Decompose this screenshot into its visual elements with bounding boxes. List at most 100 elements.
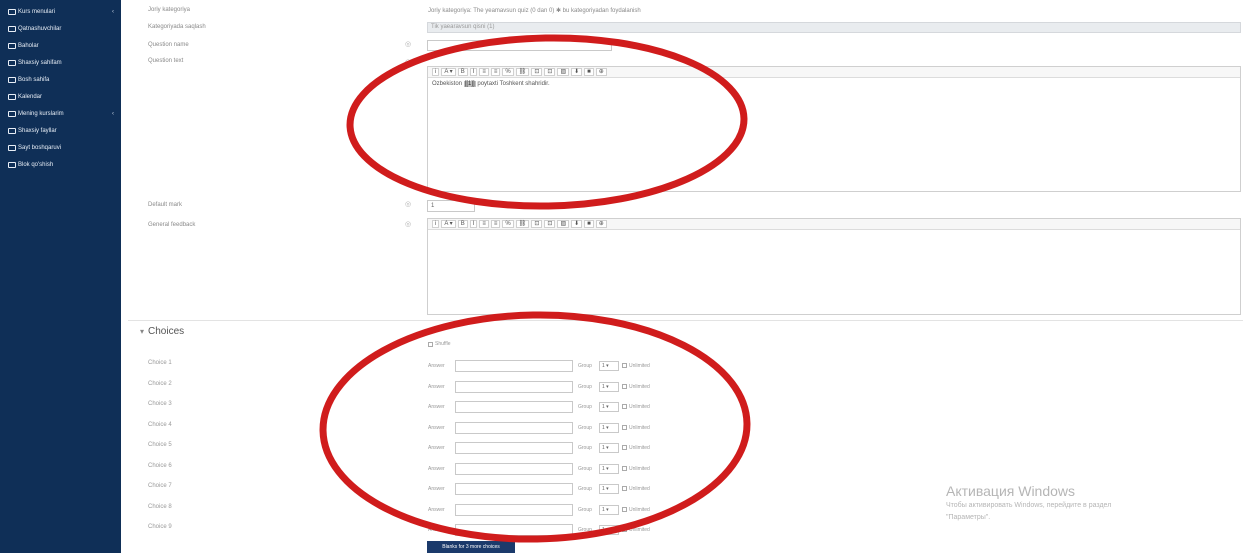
answer-input[interactable]	[455, 442, 573, 454]
chevron-left-icon: ‹	[112, 8, 114, 15]
sidebar-item-grades[interactable]: Baholar	[8, 40, 39, 51]
answer-input[interactable]	[455, 483, 573, 495]
section-divider	[128, 320, 1243, 321]
toolbar-button[interactable]: A ▾	[441, 68, 456, 76]
group-select[interactable]: 1 ▾	[599, 505, 619, 515]
bold-button[interactable]: B	[457, 68, 468, 76]
sidebar-item-site-admin[interactable]: Sayt boshqaruvi	[8, 142, 61, 153]
chevron-down-icon: ▾	[604, 363, 609, 369]
folder-icon	[8, 8, 16, 15]
blanks-more-choices-button[interactable]: Blanks for 3 more choices	[427, 541, 515, 553]
toolbar-button[interactable]: i	[432, 68, 440, 76]
sidebar-item-dashboard[interactable]: Shaxsiy sahifam	[8, 57, 62, 68]
default-mark-input[interactable]: 1	[427, 200, 475, 212]
question-text-editor[interactable]: i A ▾ B I ≡ ≡ % ⛓ ⊡ ⊡ ▨ ⬇ ■ ⊕ Ozbekiston…	[427, 66, 1241, 192]
question-name-input[interactable]	[427, 40, 612, 51]
toolbar-button[interactable]: i	[432, 220, 440, 228]
upload-button[interactable]: ⬇	[571, 220, 583, 228]
shuffle-checkbox[interactable]	[428, 342, 433, 347]
media-button[interactable]: ⊡	[544, 68, 556, 76]
image-button[interactable]: ⊡	[531, 220, 543, 228]
sidebar-item-participants[interactable]: Qatnashuvchilar	[8, 23, 61, 34]
italic-button[interactable]: I	[469, 220, 478, 228]
unlimited-checkbox[interactable]	[622, 363, 627, 368]
unlimited-label: Unlimited	[629, 507, 650, 513]
group-select[interactable]: 1 ▾	[599, 361, 619, 371]
question-text-content[interactable]: Ozbekiston [[1]] poytaxti Toshkent shahr…	[428, 78, 1240, 90]
required-icon: ◎	[405, 201, 412, 208]
answer-input[interactable]	[455, 381, 573, 393]
answer-input[interactable]	[455, 504, 573, 516]
chevron-left-icon: ‹	[112, 110, 114, 117]
group-select[interactable]: 1 ▾	[599, 402, 619, 412]
choices-section-header[interactable]: ▾ Choices	[140, 326, 184, 337]
answer-input[interactable]	[455, 360, 573, 372]
unlimited-checkbox[interactable]	[622, 404, 627, 409]
unlimited-label: Unlimited	[629, 486, 650, 492]
group-select[interactable]: 1 ▾	[599, 382, 619, 392]
unlimited-checkbox[interactable]	[622, 527, 627, 532]
answer-label: Answer	[428, 425, 445, 431]
unlimited-checkbox[interactable]	[622, 384, 627, 389]
bullet-list-button[interactable]: ≡	[479, 220, 489, 228]
toolbar-button[interactable]: A ▾	[441, 220, 456, 228]
help-icon: ◎	[405, 221, 412, 228]
sidebar-item-my-courses[interactable]: Mening kurslarim ‹	[8, 108, 114, 119]
windows-activation-text: Чтобы активировать Windows, перейдите в …	[946, 502, 1112, 509]
upload-button[interactable]: ⬇	[571, 68, 583, 76]
answer-label: Answer	[428, 527, 445, 533]
numbered-list-button[interactable]: ≡	[490, 68, 501, 76]
bold-button[interactable]: B	[457, 220, 468, 228]
files-icon	[8, 127, 16, 134]
answer-input[interactable]	[455, 524, 573, 536]
sidebar-item-home[interactable]: Bosh sahifa	[8, 74, 49, 85]
unlimited-checkbox[interactable]	[622, 445, 627, 450]
video-button[interactable]: ■	[584, 68, 594, 76]
group-select[interactable]: 1 ▾	[599, 443, 619, 453]
unlimited-checkbox[interactable]	[622, 486, 627, 491]
bullet-list-button[interactable]: ≡	[479, 68, 489, 76]
numbered-list-button[interactable]: ≡	[490, 220, 501, 228]
video-button[interactable]: ■	[584, 220, 594, 228]
category-label: Joriy kategoriya	[148, 7, 191, 13]
italic-button[interactable]: I	[469, 68, 478, 76]
more-button[interactable]: ⊕	[595, 68, 607, 76]
group-select[interactable]: 1 ▾	[599, 423, 619, 433]
answer-input[interactable]	[455, 463, 573, 475]
general-feedback-label: General feedback	[148, 222, 196, 228]
chevron-down-icon: ▾	[604, 527, 609, 533]
group-select[interactable]: 1 ▾	[599, 525, 619, 535]
unlimited-checkbox[interactable]	[622, 425, 627, 430]
media-button[interactable]: ⊡	[544, 220, 556, 228]
default-mark-label: Default mark	[148, 202, 183, 208]
save-in-category-select[interactable]: Tik yaearavsun qisni (1)	[427, 22, 1241, 33]
sidebar-item-calendar[interactable]: Kalendar	[8, 91, 42, 102]
link-button[interactable]: %	[502, 68, 514, 76]
file-button[interactable]: ▨	[557, 220, 570, 228]
sidebar-item-private-files[interactable]: Shaxsiy fayllar	[8, 125, 57, 136]
sidebar-item-course-menus[interactable]: Kurs menulari ‹	[8, 6, 114, 17]
unlimited-checkbox[interactable]	[622, 507, 627, 512]
more-button[interactable]: ⊕	[595, 220, 607, 228]
answer-input[interactable]	[455, 401, 573, 413]
answer-label: Answer	[428, 384, 445, 390]
answer-input[interactable]	[455, 422, 573, 434]
answer-label: Answer	[428, 404, 445, 410]
unlink-button[interactable]: ⛓	[515, 68, 530, 76]
group-label: Group	[578, 527, 592, 533]
group-select[interactable]: 1 ▾	[599, 484, 619, 494]
file-button[interactable]: ▨	[557, 68, 570, 76]
group-label: Group	[578, 466, 592, 472]
group-select[interactable]: 1 ▾	[599, 464, 619, 474]
unlimited-checkbox[interactable]	[622, 466, 627, 471]
link-button[interactable]: %	[502, 220, 514, 228]
choice-label: Choice 2	[148, 381, 172, 387]
image-button[interactable]: ⊡	[531, 68, 543, 76]
general-feedback-editor[interactable]: i A ▾ B I ≡ ≡ % ⛓ ⊡ ⊡ ▨ ⬇ ■ ⊕	[427, 218, 1241, 315]
group-label: Group	[578, 384, 592, 390]
sidebar-item-add-block[interactable]: Blok qo'shish	[8, 159, 53, 170]
editor-toolbar: i A ▾ B I ≡ ≡ % ⛓ ⊡ ⊡ ▨ ⬇ ■ ⊕	[428, 67, 1240, 78]
unlink-button[interactable]: ⛓	[515, 220, 530, 228]
group-label: Group	[578, 363, 592, 369]
chevron-down-icon: ▾	[140, 327, 145, 336]
